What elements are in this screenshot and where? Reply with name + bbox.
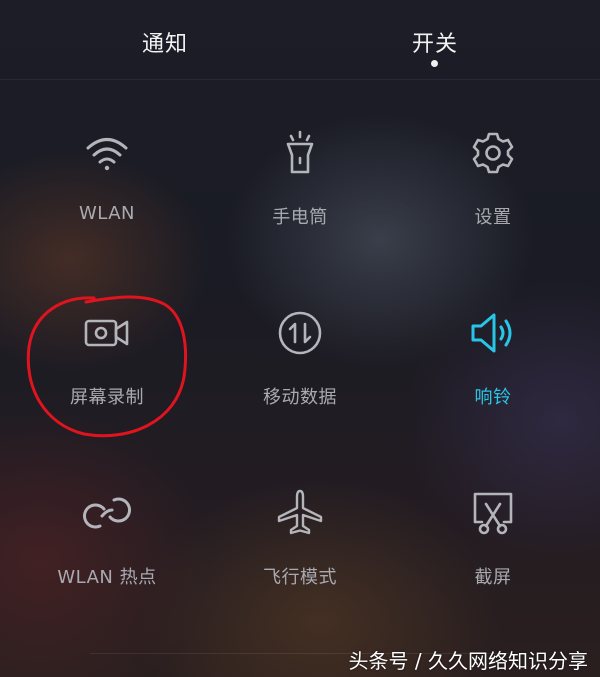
tile-label: 手电筒	[272, 207, 328, 228]
tile-label: 设置	[474, 207, 512, 228]
airplane-icon	[275, 488, 325, 538]
tab-notifications[interactable]: 通知	[142, 26, 188, 58]
tile-settings[interactable]: 设置	[403, 128, 583, 278]
tile-label: 移动数据	[263, 387, 337, 408]
tile-label: WLAN	[78, 203, 136, 224]
watermark-text: 头条号 / 久久网络知识分享	[348, 649, 588, 673]
speaker-icon	[468, 308, 518, 358]
tile-wlan-hotspot[interactable]: WLAN 热点	[17, 488, 197, 638]
screenshot-icon	[468, 488, 518, 538]
tab-switches[interactable]: 开关	[412, 26, 458, 58]
tile-mobile-data[interactable]: 移动数据	[210, 308, 390, 458]
tile-label: 屏幕录制	[70, 387, 144, 408]
hotspot-icon	[82, 488, 132, 538]
tile-label: 飞行模式	[263, 567, 337, 588]
flashlight-icon	[275, 128, 325, 178]
tile-screen-record[interactable]: 屏幕录制	[17, 308, 197, 458]
video-camera-icon	[82, 308, 132, 358]
tab-bar: 通知 开关	[0, 0, 600, 80]
tile-wlan[interactable]: WLAN	[17, 128, 197, 278]
tile-ring[interactable]: 响铃	[403, 308, 583, 458]
tile-label: WLAN 热点	[57, 567, 157, 588]
tile-label: 截屏	[474, 567, 512, 588]
mobile-data-icon	[275, 308, 325, 358]
tile-airplane-mode[interactable]: 飞行模式	[210, 488, 390, 638]
tile-label: 响铃	[474, 387, 512, 408]
gear-icon	[468, 128, 518, 178]
tile-flashlight[interactable]: 手电筒	[210, 128, 390, 278]
tile-screenshot[interactable]: 截屏	[403, 488, 583, 638]
wifi-icon	[82, 128, 132, 178]
active-tab-indicator	[431, 60, 438, 67]
